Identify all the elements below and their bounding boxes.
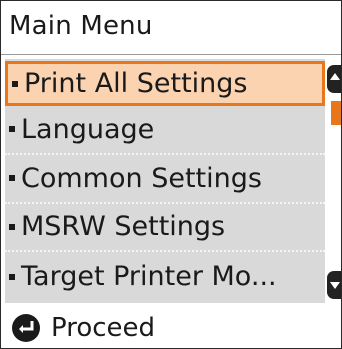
enter-icon <box>12 313 40 342</box>
menu-item-label: Print All Settings <box>24 68 248 99</box>
menu-item-label: Language <box>21 113 155 145</box>
menu-item-target-printer-model[interactable]: Target Printer Mo... <box>5 252 325 301</box>
menu-item-label: MSRW Settings <box>21 211 226 243</box>
bullet-icon <box>9 126 15 133</box>
menu-item-msrw-settings[interactable]: MSRW Settings <box>5 204 325 253</box>
menu-item-print-all-settings[interactable]: Print All Settings <box>5 61 325 106</box>
scrollbar-thumb[interactable] <box>331 101 341 125</box>
main-menu-list: Print All Settings Language Common Setti… <box>5 59 325 303</box>
menu-item-common-settings[interactable]: Common Settings <box>5 155 325 204</box>
bullet-icon <box>9 175 15 182</box>
proceed-label: Proceed <box>51 312 156 343</box>
page-title: Main Menu <box>1 1 341 55</box>
menu-item-language[interactable]: Language <box>5 106 325 155</box>
menu-item-label: Common Settings <box>21 162 262 194</box>
scroll-down-arrow-icon[interactable] <box>327 271 341 299</box>
scroll-up-arrow-icon[interactable] <box>327 65 341 93</box>
device-screen: Main Menu Print All Settings Language Co… <box>0 0 342 349</box>
scrollbar[interactable] <box>327 59 341 303</box>
menu-item-label: Target Printer Mo... <box>21 261 277 293</box>
bullet-icon <box>12 80 18 87</box>
bullet-icon <box>9 273 15 280</box>
bullet-icon <box>9 223 15 230</box>
proceed-hint[interactable]: Proceed <box>1 307 341 348</box>
